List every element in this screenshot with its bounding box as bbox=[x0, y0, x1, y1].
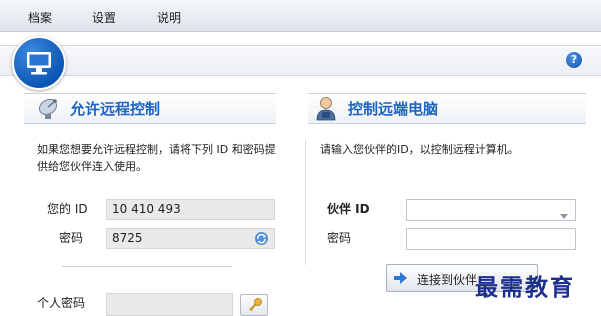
arrow-right-icon bbox=[394, 272, 407, 287]
personal-password-field[interactable] bbox=[106, 293, 233, 316]
key-icon bbox=[247, 297, 263, 316]
your-id-label: 您的 ID bbox=[47, 202, 88, 216]
watermark-text: 最需教育 bbox=[475, 274, 575, 301]
menu-bar: 档案 设置 说明 bbox=[0, 0, 601, 32]
left-divider bbox=[62, 266, 232, 267]
personal-password-label: 个人密码 bbox=[37, 296, 86, 310]
partner-password-label: 密码 bbox=[327, 231, 352, 245]
chevron-down-icon[interactable] bbox=[560, 207, 568, 226]
control-remote-header: 控制远端电脑 bbox=[308, 93, 586, 124]
refresh-icon[interactable] bbox=[254, 231, 269, 252]
key-button[interactable] bbox=[240, 294, 268, 316]
password-value: 8725 bbox=[112, 231, 143, 245]
password-field[interactable]: 8725 bbox=[106, 228, 275, 249]
your-id-field[interactable]: 10 410 493 bbox=[106, 199, 275, 220]
control-remote-title: 控制远端电脑 bbox=[348, 100, 439, 118]
help-icon[interactable]: ? bbox=[566, 52, 582, 68]
partner-id-field[interactable] bbox=[406, 199, 576, 221]
allow-remote-title: 允许远程控制 bbox=[70, 100, 161, 118]
monitor-logo-icon bbox=[12, 36, 66, 90]
partner-password-field[interactable] bbox=[406, 228, 576, 250]
satellite-dish-icon bbox=[36, 96, 62, 125]
connect-button-label: 连接到伙伴 bbox=[417, 273, 478, 287]
user-icon bbox=[313, 95, 339, 125]
toolbar-strip bbox=[0, 45, 601, 76]
menu-file[interactable]: 档案 bbox=[28, 9, 52, 26]
password-label: 密码 bbox=[59, 231, 84, 245]
partner-id-label: 伙伴 ID bbox=[327, 202, 370, 216]
section-divider bbox=[305, 140, 306, 265]
menu-help[interactable]: 说明 bbox=[157, 9, 181, 26]
control-remote-description: 请输入您伙伴的ID，以控制远程计算机。 bbox=[320, 143, 519, 156]
menu-settings[interactable]: 设置 bbox=[92, 9, 116, 26]
allow-remote-header: 允许远程控制 bbox=[24, 93, 276, 124]
allow-remote-description: 如果您想要允许远程控制，请将下列 ID 和密码提供给您伙伴连入使用。 bbox=[37, 143, 276, 173]
